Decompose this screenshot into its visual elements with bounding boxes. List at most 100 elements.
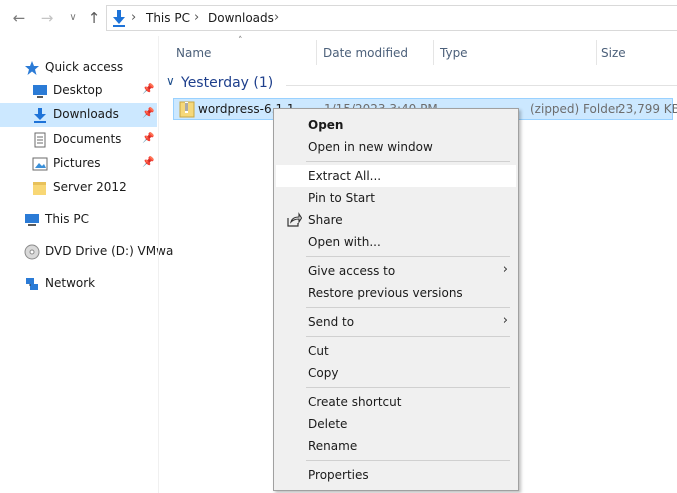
group-header-yesterday[interactable]: ∨ Yesterday (1) [166, 73, 677, 95]
breadcrumb-separator-icon[interactable]: › [131, 10, 136, 25]
nav-item-desktop[interactable]: Desktop 📌 [0, 79, 158, 103]
nav-label: Network [45, 276, 96, 290]
nav-label: DVD Drive (D:) VMwa [45, 244, 174, 258]
menu-label: Properties [308, 468, 369, 482]
navigation-pane: Quick access Desktop 📌 Downloads 📌 Docum… [0, 36, 173, 493]
column-header-date[interactable]: Date modified [317, 40, 433, 65]
column-header-label: Name [176, 46, 212, 60]
menu-label: Open [308, 118, 344, 132]
nav-label: Pictures [53, 156, 101, 170]
menu-item-copy[interactable]: Copy [276, 362, 516, 384]
file-size: 23,799 KB [618, 102, 677, 116]
menu-item-send-to[interactable]: Send to › [276, 311, 516, 333]
menu-item-pin-to-start[interactable]: Pin to Start [276, 187, 516, 209]
menu-item-give-access-to[interactable]: Give access to › [276, 260, 516, 282]
column-header-size[interactable]: Size [597, 40, 677, 65]
menu-label: Send to [308, 315, 355, 329]
menu-item-restore-previous-versions[interactable]: Restore previous versions [276, 282, 516, 304]
menu-label: Give access to [308, 264, 396, 278]
pictures-icon [32, 157, 48, 171]
breadcrumb-this-pc[interactable]: This PC [146, 11, 190, 25]
menu-label: Share [308, 213, 343, 227]
menu-item-extract-all[interactable]: Extract All... [276, 165, 516, 187]
nav-item-downloads[interactable]: Downloads 📌 [0, 103, 157, 127]
breadcrumb-separator-icon[interactable]: › [274, 10, 279, 25]
menu-item-delete[interactable]: Delete [276, 413, 516, 435]
menu-separator [306, 161, 510, 162]
nav-label: Quick access [45, 60, 124, 74]
address-bar: ← → ∨ ↑ › This PC › Downloads › [0, 0, 677, 36]
group-label: Yesterday (1) [181, 75, 274, 91]
share-icon [287, 212, 302, 227]
star-icon [25, 61, 39, 75]
nav-label: This PC [45, 212, 89, 226]
dvd-icon [24, 244, 40, 260]
menu-label: Restore previous versions [308, 286, 463, 300]
zip-folder-icon [179, 101, 195, 118]
menu-item-cut[interactable]: Cut [276, 340, 516, 362]
column-header-label: Date modified [323, 46, 409, 60]
group-divider [286, 85, 677, 86]
menu-label: Rename [308, 439, 358, 453]
menu-label: Cut [308, 344, 329, 358]
menu-item-open-with[interactable]: Open with... [276, 231, 516, 253]
menu-item-create-shortcut[interactable]: Create shortcut [276, 391, 516, 413]
nav-item-dvd-drive[interactable]: DVD Drive (D:) VMwa [0, 240, 173, 264]
path-box[interactable]: › This PC › Downloads › [106, 5, 677, 31]
menu-separator [306, 460, 510, 461]
menu-item-properties[interactable]: Properties [276, 464, 516, 486]
pin-icon: 📌 [142, 84, 155, 95]
recent-locations-chevron-icon[interactable]: ∨ [63, 8, 83, 28]
submenu-chevron-icon: › [502, 262, 508, 277]
column-header-label: Type [440, 46, 468, 60]
menu-label: Delete [308, 417, 348, 431]
nav-item-pictures[interactable]: Pictures 📌 [0, 152, 158, 176]
menu-label: Extract All... [308, 169, 382, 183]
nav-item-documents[interactable]: Documents 📌 [0, 128, 158, 152]
pane-divider[interactable] [158, 36, 159, 493]
folder-icon [33, 182, 46, 195]
menu-label: Copy [308, 366, 339, 380]
menu-label: Open in new window [308, 140, 433, 154]
menu-item-rename[interactable]: Rename [276, 435, 516, 457]
back-arrow-icon[interactable]: ← [9, 8, 29, 28]
download-icon [34, 108, 46, 123]
forward-arrow-icon[interactable]: → [37, 8, 57, 28]
breadcrumb-separator-icon[interactable]: › [194, 10, 199, 25]
nav-label: Documents [53, 132, 122, 146]
pin-icon: 📌 [142, 157, 155, 168]
computer-icon [25, 214, 39, 226]
chevron-down-icon[interactable]: ∨ [166, 74, 175, 88]
menu-separator [306, 387, 510, 388]
pin-icon: 📌 [142, 133, 155, 144]
nav-item-this-pc[interactable]: This PC [0, 208, 158, 232]
nav-item-network[interactable]: Network [0, 272, 158, 296]
submenu-chevron-icon: › [502, 313, 508, 328]
desktop-icon [33, 85, 47, 98]
menu-label: Pin to Start [308, 191, 375, 205]
breadcrumb-downloads[interactable]: Downloads [208, 11, 274, 25]
column-header-name[interactable]: Name [166, 40, 316, 65]
menu-label: Open with... [308, 235, 381, 249]
nav-label: Desktop [53, 83, 103, 97]
download-icon [113, 10, 125, 27]
column-header-type[interactable]: Type [434, 40, 596, 65]
nav-label: Server 2012 [53, 180, 127, 194]
column-header-label: Size [601, 46, 626, 60]
menu-separator [306, 336, 510, 337]
menu-item-open-in-new-window[interactable]: Open in new window [276, 136, 516, 158]
network-icon [26, 278, 38, 290]
context-menu: Open Open in new window Extract All... P… [273, 108, 519, 491]
menu-item-open[interactable]: Open [276, 114, 516, 136]
nav-item-server-2012[interactable]: Server 2012 [0, 176, 158, 200]
up-arrow-icon[interactable]: ↑ [84, 8, 104, 28]
menu-item-share[interactable]: Share [276, 209, 516, 231]
pin-icon: 📌 [142, 108, 155, 119]
nav-label: Downloads [53, 107, 119, 121]
menu-separator [306, 307, 510, 308]
file-type: (zipped) Folder [530, 102, 621, 116]
documents-icon [34, 132, 46, 148]
menu-label: Create shortcut [308, 395, 402, 409]
nav-item-quick-access[interactable]: Quick access [0, 56, 158, 80]
menu-separator [306, 256, 510, 257]
